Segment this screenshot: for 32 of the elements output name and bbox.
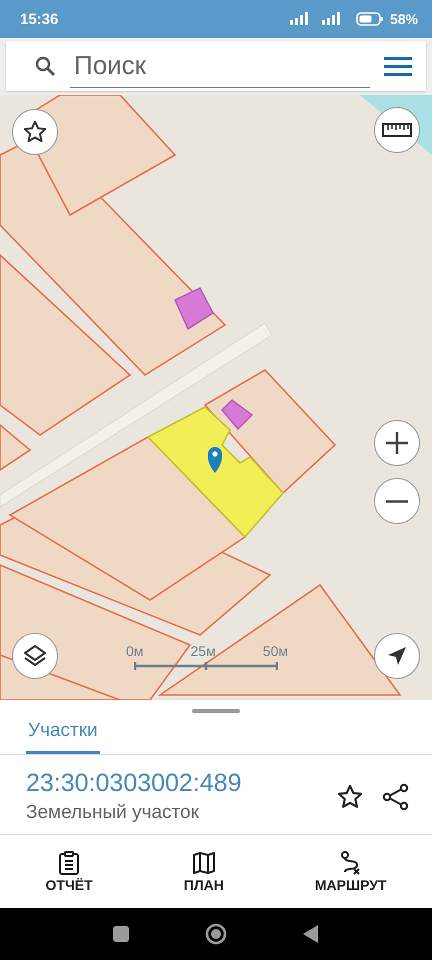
recent-apps-icon[interactable] (113, 926, 129, 942)
search-icon (34, 55, 56, 77)
action-button[interactable]: МАРШРУТ (310, 850, 390, 892)
search-bar[interactable]: Поиск (6, 41, 426, 91)
plus-icon (384, 430, 410, 456)
scale-label: 50м (262, 643, 288, 659)
action-button[interactable]: ОТЧЁТ (42, 850, 97, 892)
back-icon[interactable] (303, 925, 319, 943)
scale-label: 0м (126, 643, 144, 659)
search-field[interactable]: Поиск (70, 44, 370, 88)
battery-percent: 58% (390, 11, 418, 27)
share-icon[interactable] (382, 782, 410, 810)
scale-label: 25м (190, 643, 216, 659)
ruler-icon (382, 123, 412, 137)
tab[interactable]: Участки (26, 713, 100, 754)
map-icon (192, 850, 216, 874)
status-time: 15:36 (20, 10, 58, 28)
favorite-icon[interactable] (336, 782, 364, 810)
navigation-arrow-icon (386, 645, 408, 667)
star-icon (22, 119, 48, 145)
selected-parcel[interactable] (146, 406, 284, 538)
action-button[interactable]: ПЛАН (180, 850, 228, 892)
location-pin-icon (208, 447, 222, 473)
minus-icon (386, 500, 408, 502)
menu-icon[interactable] (384, 55, 412, 77)
home-icon[interactable] (205, 923, 227, 945)
parcel-number[interactable]: 23:30:0303002:489 (26, 769, 318, 798)
layers-icon (22, 643, 48, 669)
parcel-type: Земельный участок (26, 802, 200, 824)
clipboard-icon (58, 850, 80, 874)
battery-icon (356, 12, 384, 26)
drag-handle[interactable] (192, 709, 240, 713)
